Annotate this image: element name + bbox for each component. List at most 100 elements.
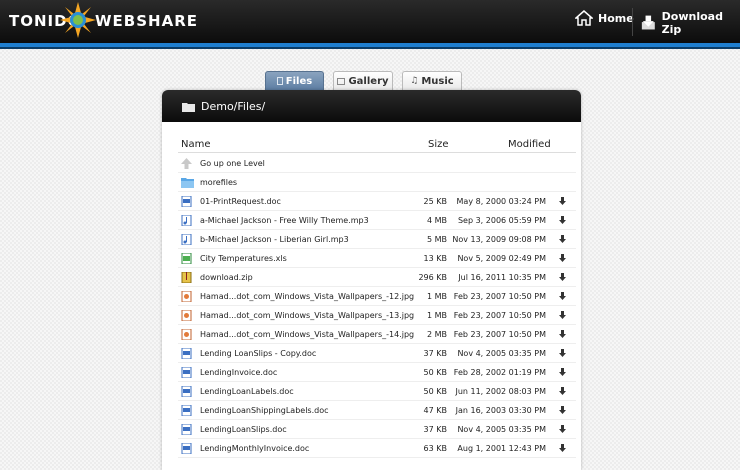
file-browser-panel: Demo/Files/ Name Size Modified Go up one… [162,90,581,470]
download-icon[interactable] [559,368,566,377]
table-row[interactable]: download.zip 296 KB Jul 16, 2011 10:35 P… [178,268,576,287]
column-header-name[interactable]: Name [181,139,211,150]
file-name[interactable]: City Temperatures.xls [200,254,287,263]
audio-icon [181,215,192,226]
image-icon [181,310,192,321]
tab-music[interactable]: ♫ Music [402,71,462,90]
file-name[interactable]: LendingMonthlyInvoice.doc [200,444,309,453]
table-row[interactable]: 01-PrintRequest.doc 25 KB May 8, 2000 03… [178,192,576,211]
table-row[interactable]: Lending LoanSlips - Copy.doc 37 KB Nov 4… [178,344,576,363]
file-size: 1 MB [426,311,447,320]
up-arrow-icon [181,158,192,169]
file-size: 63 KB [423,444,447,453]
file-size: 13 KB [423,254,447,263]
doc-icon [181,443,192,454]
current-path: Demo/Files/ [182,100,265,113]
file-size: 5 MB [426,235,447,244]
download-icon[interactable] [559,444,566,453]
path-text: Demo/Files/ [201,100,266,113]
file-size: 296 KB [418,273,447,282]
folder-row[interactable]: morefiles [178,173,576,192]
file-size: 50 KB [423,387,447,396]
home-icon [575,10,593,26]
tab-gallery-label: Gallery [348,75,389,87]
download-icon[interactable] [559,273,566,282]
doc-icon [181,196,192,207]
file-size: 47 KB [423,406,447,415]
file-name[interactable]: b-Michael Jackson - Liberian Girl.mp3 [200,235,349,244]
table-row[interactable]: LendingMonthlyInvoice.doc 63 KB Aug 1, 2… [178,439,576,458]
file-modified: May 8, 2000 03:24 PM [456,197,546,206]
download-icon[interactable] [559,235,566,244]
file-modified: Jun 11, 2002 08:03 PM [455,387,546,396]
table-row[interactable]: b-Michael Jackson - Liberian Girl.mp3 5 … [178,230,576,249]
header-divider [178,152,576,153]
file-name[interactable]: download.zip [200,273,253,282]
file-modified: Sep 3, 2006 05:59 PM [457,216,546,225]
doc-icon [181,405,192,416]
download-icon[interactable] [559,311,566,320]
headphones-icon: ♫ [410,76,419,86]
file-name[interactable]: a-Michael Jackson - Free Willy Theme.mp3 [200,216,369,225]
file-name[interactable]: 01-PrintRequest.doc [200,197,281,206]
file-name[interactable]: Hamad...dot_com_Windows_Vista_Wallpapers… [200,311,414,320]
tab-files-label: Files [285,75,313,87]
table-row[interactable]: LendingInvoice.doc 50 KB Feb 28, 2002 01… [178,363,576,382]
file-modified: Feb 23, 2007 10:50 PM [453,330,546,339]
table-row[interactable]: LendingLoanShippingLabels.doc 47 KB Jan … [178,401,576,420]
top-header: TONIDO WEBSHARE Home Download Zip [0,0,740,43]
column-header-modified[interactable]: Modified [508,139,551,150]
column-header-size[interactable]: Size [428,139,449,150]
file-modified: Jul 16, 2011 10:35 PM [458,273,546,282]
doc-icon [181,348,192,359]
file-name[interactable]: Hamad...dot_com_Windows_Vista_Wallpapers… [200,292,414,301]
table-row[interactable]: LendingLoanSlips.doc 37 KB Nov 4, 2005 0… [178,420,576,439]
download-icon[interactable] [559,330,566,339]
download-icon[interactable] [559,406,566,415]
file-modified: Nov 4, 2005 03:35 PM [457,425,546,434]
table-row[interactable]: Hamad...dot_com_Windows_Vista_Wallpapers… [178,287,576,306]
table-row[interactable]: Hamad...dot_com_Windows_Vista_Wallpapers… [178,306,576,325]
home-link[interactable]: Home [575,10,634,26]
file-size: 50 KB [423,368,447,377]
file-size: 4 MB [426,216,447,225]
file-modified: Feb 28, 2002 01:19 PM [453,368,546,377]
files-tab-icon [276,77,283,85]
file-name[interactable]: LendingInvoice.doc [200,368,277,377]
file-name[interactable]: LendingLoanSlips.doc [200,425,287,434]
table-row[interactable]: a-Michael Jackson - Free Willy Theme.mp3… [178,211,576,230]
file-size: 1 MB [426,292,447,301]
file-modified: Feb 23, 2007 10:50 PM [453,292,546,301]
file-name[interactable]: LendingLoanLabels.doc [200,387,294,396]
download-icon[interactable] [559,254,566,263]
home-label: Home [598,11,634,25]
doc-icon [181,367,192,378]
table-row[interactable]: LendingLoanLabels.doc 50 KB Jun 11, 2002… [178,382,576,401]
tab-gallery[interactable]: Gallery [333,71,393,90]
image-icon [181,291,192,302]
download-zip-icon [641,15,655,30]
file-modified: Jan 16, 2003 03:30 PM [455,406,546,415]
file-size: 2 MB [426,330,447,339]
parent-row[interactable]: Go up one Level [178,154,576,173]
file-modified: Nov 13, 2009 09:08 PM [452,235,546,244]
download-icon[interactable] [559,292,566,301]
file-name[interactable]: Go up one Level [200,159,265,168]
download-icon[interactable] [559,349,566,358]
download-icon[interactable] [559,387,566,396]
download-zip-link[interactable]: Download Zip [640,10,740,36]
file-name[interactable]: LendingLoanShippingLabels.doc [200,406,329,415]
file-name[interactable]: morefiles [200,178,237,187]
folder-open-icon [182,102,195,112]
download-icon[interactable] [559,425,566,434]
download-icon[interactable] [559,197,566,206]
zip-icon [181,272,192,283]
table-row[interactable]: Hamad...dot_com_Windows_Vista_Wallpapers… [178,325,576,344]
table-row[interactable]: City Temperatures.xls 13 KB Nov 5, 2009 … [178,249,576,268]
download-zip-label: Download Zip [661,10,723,36]
tab-files[interactable]: Files [265,71,324,90]
file-name[interactable]: Lending LoanSlips - Copy.doc [200,349,316,358]
download-icon[interactable] [559,216,566,225]
file-name[interactable]: Hamad...dot_com_Windows_Vista_Wallpapers… [200,330,414,339]
folder-icon [181,178,194,188]
